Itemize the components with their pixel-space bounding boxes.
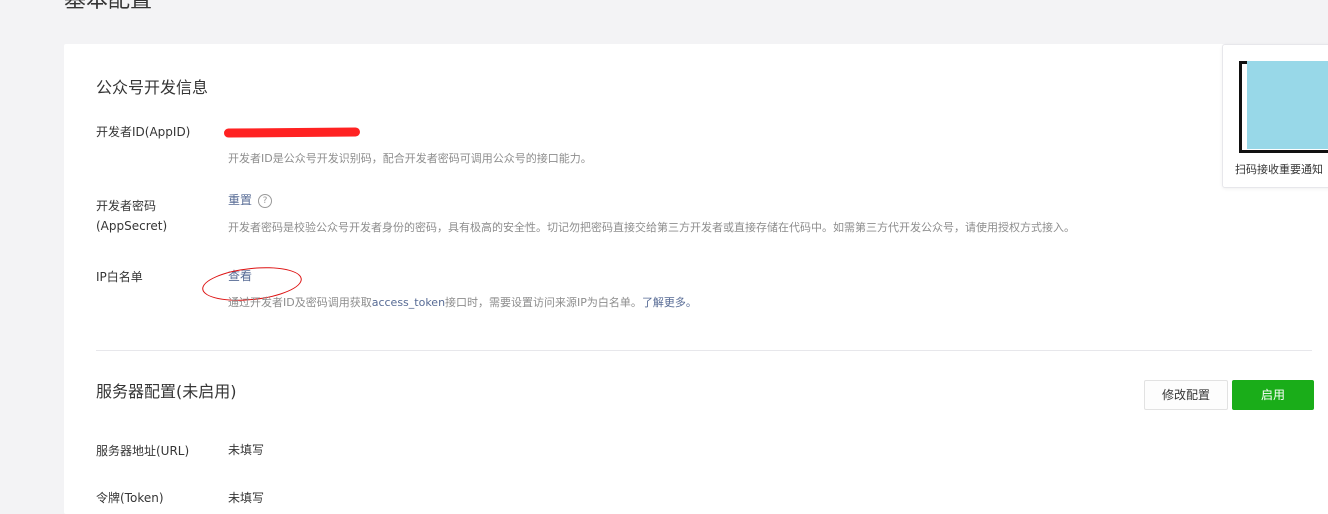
ip-desc-suffix: 接口时，需要设置访问来源IP为白名单。	[445, 296, 642, 309]
appsecret-label-line2: (AppSecret)	[96, 219, 168, 233]
token-value: 未填写	[228, 491, 265, 505]
appsecret-description: 开发者密码是校验公众号开发者身份的密码，具有极高的安全性。切记勿把密码直接交给第…	[228, 221, 1075, 234]
access-token-link[interactable]: access_token	[372, 296, 445, 309]
token-label: 令牌(Token)	[96, 491, 164, 505]
qr-caption: 扫码接收重要通知	[1235, 163, 1323, 176]
ip-whitelist-description: 通过开发者ID及密码调用获取access_token接口时，需要设置访问来源IP…	[228, 294, 697, 312]
appsecret-label-line1: 开发者密码	[96, 199, 157, 213]
qr-notification-panel: 扫码接收重要通知	[1222, 44, 1328, 188]
config-card: 公众号开发信息 开发者ID(AppID) 开发者ID是公众号开发识别码，配合开发…	[64, 44, 1328, 514]
reset-secret-link[interactable]: 重置	[228, 193, 252, 207]
page-title: 基本配置	[64, 0, 153, 13]
dev-info-title: 公众号开发信息	[96, 78, 209, 97]
server-url-value: 未填写	[228, 443, 265, 457]
qr-code-redaction	[1247, 61, 1328, 149]
appid-description: 开发者ID是公众号开发识别码，配合开发者密码可调用公众号的接口能力。	[228, 152, 592, 165]
server-config-title: 服务器配置(未启用)	[96, 382, 237, 401]
learn-more-link[interactable]: 了解更多。	[642, 296, 697, 309]
modify-config-button[interactable]: 修改配置	[1144, 380, 1228, 410]
section-divider	[96, 350, 1312, 351]
ip-desc-prefix: 通过开发者ID及密码调用获取	[228, 296, 372, 309]
enable-button[interactable]: 启用	[1232, 380, 1314, 410]
appsecret-actions: 重置?	[228, 190, 273, 210]
server-url-label: 服务器地址(URL)	[96, 444, 190, 458]
appid-redaction-mark	[223, 127, 361, 138]
ip-whitelist-label: IP白名单	[96, 270, 143, 284]
help-icon[interactable]: ?	[258, 193, 273, 208]
appid-label: 开发者ID(AppID)	[96, 125, 191, 139]
